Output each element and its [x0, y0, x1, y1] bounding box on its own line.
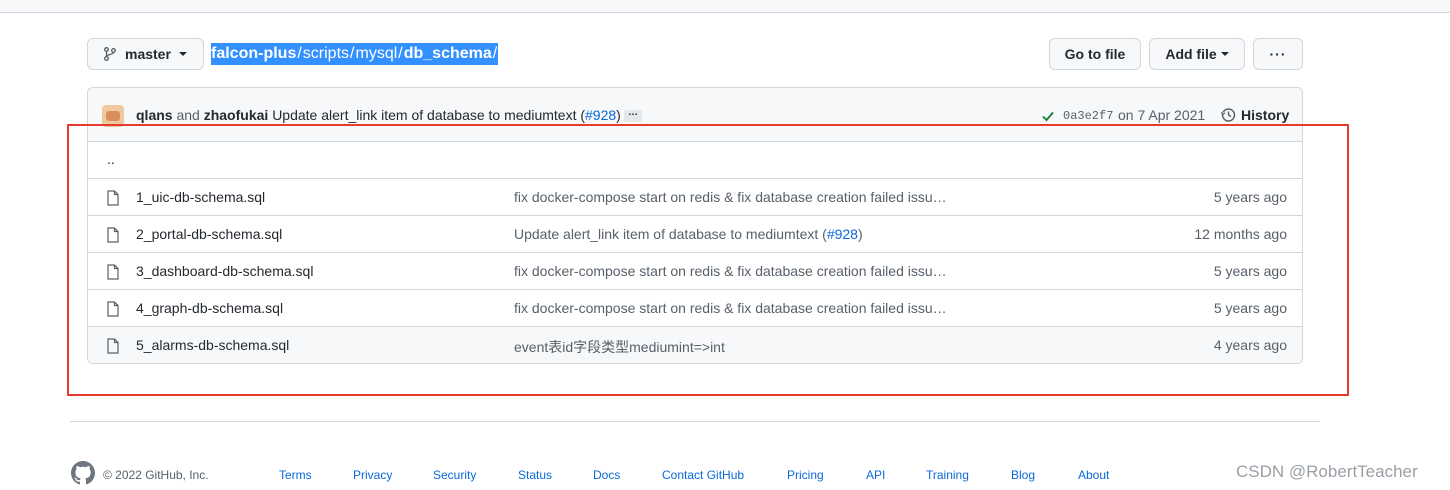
- more-options-button[interactable]: ···: [1253, 38, 1303, 70]
- breadcrumb-current-dir: db_schema: [403, 43, 492, 65]
- commit-message-close: ): [616, 107, 621, 123]
- commit-message-link[interactable]: Update alert_link item of database to me…: [272, 107, 585, 123]
- footer-link-privacy[interactable]: Privacy: [353, 468, 392, 482]
- branch-selector-button[interactable]: master: [87, 38, 204, 70]
- check-icon[interactable]: [1041, 109, 1055, 123]
- commit-conjunction: and: [176, 107, 200, 123]
- commit-sha-link[interactable]: 0a3e2f7: [1063, 109, 1113, 123]
- footer-link-api[interactable]: API: [866, 468, 885, 482]
- add-file-button[interactable]: Add file: [1149, 38, 1245, 70]
- breadcrumb-repo-link[interactable]: falcon-plus: [211, 43, 297, 65]
- kebab-horizontal-icon: ···: [1269, 46, 1287, 62]
- go-to-file-button[interactable]: Go to file: [1049, 38, 1141, 70]
- footer-link-blog[interactable]: Blog: [1011, 468, 1035, 482]
- commit-author-link[interactable]: qlans: [136, 107, 173, 123]
- page-top-strip: [0, 0, 1450, 13]
- footer-link-docs[interactable]: Docs: [593, 468, 620, 482]
- history-icon: [1220, 108, 1236, 122]
- expand-commit-button[interactable]: …: [624, 108, 642, 122]
- footer-links: Terms Privacy Security Status Docs Conta…: [0, 468, 1450, 484]
- footer-link-terms[interactable]: Terms: [279, 468, 312, 482]
- footer-link-contact[interactable]: Contact GitHub: [662, 468, 744, 482]
- commit-summary: qlans and zhaofukai Update alert_link it…: [136, 107, 621, 123]
- breadcrumb-separator: /: [491, 43, 499, 65]
- commit-date: on 7 Apr 2021: [1118, 107, 1206, 123]
- commit-coauthor-link[interactable]: zhaofukai: [204, 107, 269, 123]
- footer-link-pricing[interactable]: Pricing: [787, 468, 824, 482]
- chevron-down-icon: [178, 52, 187, 56]
- history-link[interactable]: History: [1241, 107, 1289, 123]
- breadcrumb-mysql-link[interactable]: mysql: [355, 43, 398, 65]
- git-branch-icon: [104, 47, 116, 61]
- annotation-highlight-box: [67, 124, 1349, 396]
- watermark: CSDN @RobertTeacher: [1236, 462, 1418, 481]
- commit-pr-link[interactable]: #928: [585, 107, 616, 123]
- footer-link-status[interactable]: Status: [518, 468, 552, 482]
- breadcrumb: falcon-plus / scripts / mysql / db_schem…: [211, 43, 499, 65]
- go-to-file-label: Go to file: [1064, 46, 1126, 62]
- footer-link-security[interactable]: Security: [433, 468, 476, 482]
- footer-link-about[interactable]: About: [1078, 468, 1109, 482]
- footer-divider: [70, 421, 1320, 422]
- branch-name: master: [125, 46, 171, 62]
- footer-link-training[interactable]: Training: [926, 468, 969, 482]
- add-file-label: Add file: [1165, 46, 1217, 62]
- breadcrumb-scripts-link[interactable]: scripts: [302, 43, 350, 65]
- chevron-down-icon: [1220, 52, 1229, 56]
